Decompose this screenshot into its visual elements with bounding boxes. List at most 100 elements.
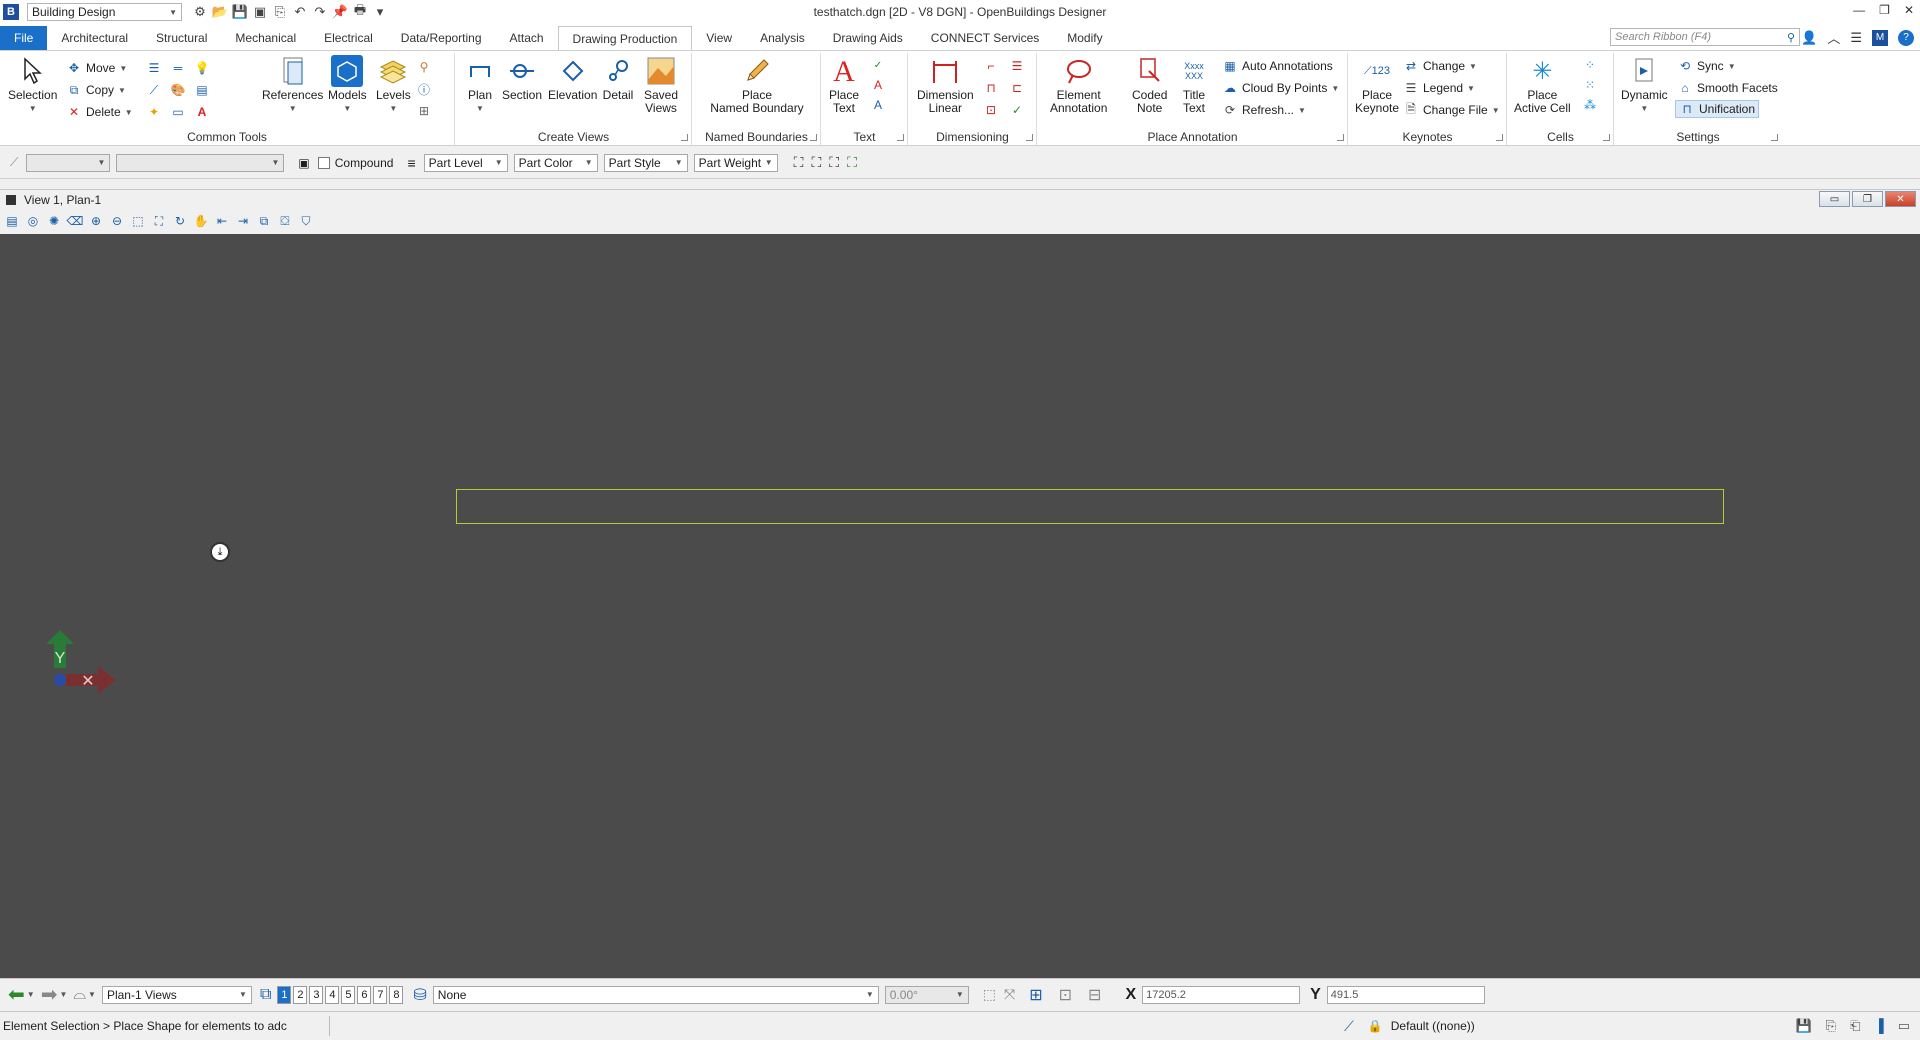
dialog-launcher-icon[interactable]: [1337, 134, 1344, 141]
saved-views-button[interactable]: Saved Views: [644, 55, 678, 115]
snap-icon[interactable]: ⬚: [983, 986, 996, 1003]
clip-mask-icon[interactable]: ⛉: [298, 213, 314, 229]
line-style-icon[interactable]: ═: [170, 60, 186, 76]
dim-ordinate-icon[interactable]: ⊓: [983, 80, 999, 96]
part-weight-combo[interactable]: Part Weight ▼: [693, 153, 778, 172]
match-pick-icon[interactable]: ⟋: [10, 155, 18, 170]
element-annotation-button[interactable]: Element Annotation: [1050, 55, 1107, 115]
text-scale-icon[interactable]: A: [870, 77, 886, 93]
place-line-icon[interactable]: ⟋: [146, 82, 162, 98]
dialog-launcher-icon[interactable]: [810, 134, 817, 141]
dialog-launcher-icon[interactable]: [1026, 134, 1033, 141]
text-style-icon[interactable]: A: [194, 104, 210, 120]
view-3-button[interactable]: 3: [309, 985, 324, 1004]
display-style-icon[interactable]: ▤: [194, 82, 210, 98]
part-level-combo[interactable]: Part Level ▼: [423, 153, 508, 172]
delete-button[interactable]: ✕ Delete ▼: [66, 103, 133, 121]
open-folder-icon[interactable]: 📂: [212, 4, 228, 20]
workflow-select[interactable]: Building Design ▼: [27, 3, 182, 21]
chevron-down-icon[interactable]: ▼: [59, 990, 67, 999]
view-next-icon[interactable]: ⇥: [235, 213, 251, 229]
part-tool-4-icon[interactable]: ⛶: [847, 154, 857, 171]
help-icon[interactable]: ?: [1898, 29, 1914, 46]
models-button[interactable]: Models ▼: [328, 55, 367, 115]
lock-icon[interactable]: 🔒: [1368, 1019, 1383, 1033]
view-7-button[interactable]: 7: [373, 985, 388, 1004]
unification-button[interactable]: ⊓ Unification: [1675, 100, 1760, 118]
chevron-down-icon[interactable]: ▼: [88, 990, 96, 999]
x-coord-field[interactable]: 17205.2: [1142, 985, 1301, 1004]
snap-mode-icon[interactable]: ⊡: [1059, 985, 1072, 1005]
chevron-down-icon[interactable]: ▼: [27, 990, 35, 999]
level-manager-icon[interactable]: ⛁: [413, 985, 426, 1005]
selection-button[interactable]: Selection ▼: [8, 55, 57, 115]
dynamic-button[interactable]: Dynamic ▼: [1621, 55, 1668, 115]
auto-annotations-button[interactable]: ▦ Auto Annotations: [1222, 57, 1332, 75]
tab-mechanical[interactable]: Mechanical: [221, 26, 310, 50]
active-style-combo[interactable]: ▼: [116, 153, 285, 172]
clip-volume-icon[interactable]: ⛋: [277, 213, 293, 229]
tab-file[interactable]: File: [0, 26, 48, 50]
snap-settings-icon[interactable]: ⊟: [1088, 985, 1101, 1005]
rotate-view-icon[interactable]: ↻: [172, 213, 188, 229]
coded-note-button[interactable]: Coded Note: [1132, 55, 1167, 115]
elevation-button[interactable]: Elevation: [548, 55, 597, 102]
view-menu-icon[interactable]: [6, 194, 16, 205]
view-windows-icon[interactable]: ⧉: [260, 986, 271, 1004]
view-4-button[interactable]: 4: [325, 985, 340, 1004]
dialog-launcher-icon[interactable]: [897, 134, 904, 141]
change-tracking-icon[interactable]: ⎘: [1826, 1018, 1836, 1034]
place-active-cell-button[interactable]: ✳ Place Active Cell: [1514, 55, 1571, 115]
connection-icon[interactable]: ▐: [1874, 1018, 1883, 1034]
ribbon-options-icon[interactable]: ☰: [1850, 30, 1862, 46]
save-icon[interactable]: 💾: [232, 4, 248, 20]
fit-view-icon[interactable]: ⛶: [151, 213, 167, 229]
copy-view-icon[interactable]: ⧉: [256, 213, 272, 229]
back-icon[interactable]: ⬅: [8, 982, 25, 1007]
title-text-button[interactable]: Xxxx XXX Title Text: [1178, 55, 1210, 115]
part-tool-2-icon[interactable]: ⛶: [811, 154, 821, 171]
save-status-icon[interactable]: 💾: [1795, 1018, 1811, 1034]
zoom-out-icon[interactable]: ⊖: [109, 213, 125, 229]
compound-checkbox-box[interactable]: [317, 156, 330, 169]
place-keynote-button[interactable]: ⟋123 Place Keynote: [1355, 55, 1399, 115]
measure-icon[interactable]: ⟋: [1344, 1018, 1354, 1035]
part-color-combo[interactable]: Part Color ▼: [513, 153, 598, 172]
dialog-launcher-icon[interactable]: [1496, 134, 1503, 141]
smooth-facets-button[interactable]: ⌂ Smooth Facets: [1677, 79, 1777, 97]
dim-check-icon[interactable]: ✓: [1009, 102, 1025, 118]
dim-size-icon[interactable]: ⊡: [983, 102, 999, 118]
view-groups-icon[interactable]: ⌓: [73, 986, 86, 1004]
rectangle-icon[interactable]: ▭: [170, 104, 186, 120]
view-5-button[interactable]: 5: [341, 985, 356, 1004]
redo-icon[interactable]: ↷: [312, 4, 328, 20]
cell-library-icon[interactable]: ⁂: [1582, 97, 1598, 113]
dialog-launcher-icon[interactable]: [681, 134, 688, 141]
compound-checkbox[interactable]: Compound: [317, 156, 393, 170]
tab-drawing-aids[interactable]: Drawing Aids: [819, 26, 917, 50]
view-1-button[interactable]: 1: [277, 985, 292, 1004]
rectangle-element[interactable]: [456, 489, 1724, 524]
tab-attach[interactable]: Attach: [496, 26, 558, 50]
element-template-icon[interactable]: ▣: [298, 156, 309, 170]
render-icon[interactable]: ✺: [46, 213, 62, 229]
print-icon[interactable]: 🖶: [352, 2, 368, 20]
part-tool-3-icon[interactable]: ⛶: [829, 154, 839, 171]
lightbulb-icon[interactable]: ✦: [146, 104, 162, 120]
accudraw-icon[interactable]: ⤧: [1004, 986, 1015, 1003]
place-named-boundary-button[interactable]: Place Named Boundary: [709, 55, 805, 115]
cell-replace-icon[interactable]: ⁙: [1582, 77, 1598, 93]
place-text-button[interactable]: A Place Text: [828, 55, 860, 115]
collapse-ribbon-icon[interactable]: ︿: [1827, 28, 1840, 47]
palette-icon[interactable]: 🎨: [170, 82, 186, 98]
light-bulb-icon[interactable]: 💡: [194, 60, 210, 76]
view-close-icon[interactable]: ✕: [1885, 191, 1916, 207]
change-button[interactable]: ⇄ Change ▼: [1403, 57, 1477, 75]
refresh-button[interactable]: ⟳ Refresh... ▼: [1222, 101, 1306, 119]
legend-button[interactable]: ☰ Legend ▼: [1403, 79, 1475, 97]
pan-view-icon[interactable]: ✋: [193, 213, 209, 229]
tab-data-reporting[interactable]: Data/Reporting: [387, 26, 496, 50]
copy-button[interactable]: ⧉ Copy ▼: [66, 81, 126, 99]
view-2-button[interactable]: 2: [293, 985, 308, 1004]
tab-drawing-production[interactable]: Drawing Production: [557, 26, 693, 50]
